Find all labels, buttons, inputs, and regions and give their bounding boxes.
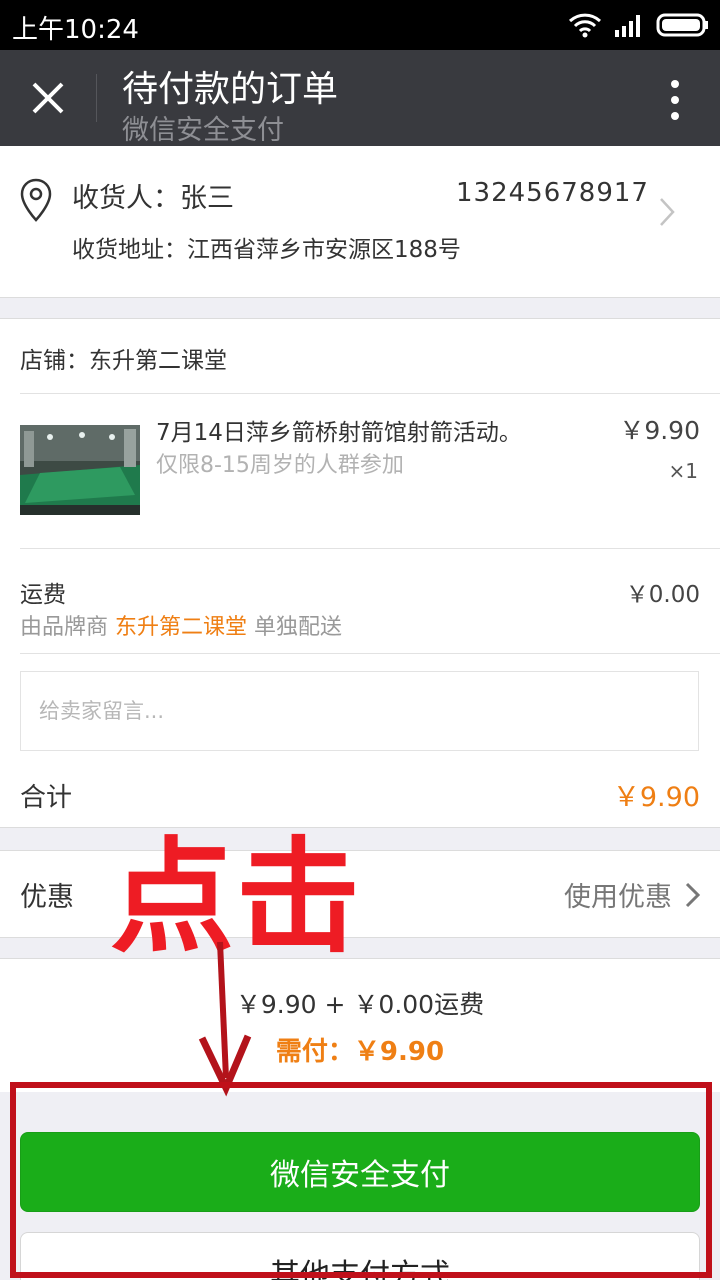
- divider: [20, 653, 720, 654]
- battery-icon: [656, 13, 708, 37]
- title-divider: [96, 74, 97, 122]
- more-dot-icon: [671, 80, 679, 88]
- shipping-label: 运费: [20, 582, 66, 608]
- status-bar: 上午10:24: [0, 0, 720, 50]
- chevron-right-icon: [660, 198, 675, 226]
- other-payment-button[interactable]: 其他支付方式: [20, 1232, 700, 1280]
- status-time: 上午10:24: [12, 15, 139, 45]
- amount-due: 需付：￥9.90: [275, 1037, 445, 1067]
- payment-summary: ￥9.90 + ￥0.00运费 需付：￥9.90: [0, 958, 720, 1092]
- use-discount-link[interactable]: 使用优惠: [564, 875, 672, 914]
- close-icon: [32, 82, 64, 114]
- status-icons: [568, 10, 710, 40]
- receiver-phone: 13245678917: [456, 178, 649, 208]
- page-title: 待付款的订单: [122, 69, 339, 110]
- seller-message-input[interactable]: [20, 671, 699, 751]
- address-card[interactable]: 收货人：张三 13245678917 收货地址：江西省萍乡市安源区188号: [0, 146, 720, 298]
- shipping-brand: 东升第二课堂: [115, 615, 248, 640]
- product-price: ￥9.90: [619, 416, 700, 445]
- chevron-right-icon: [685, 882, 701, 908]
- divider: [20, 393, 720, 394]
- shipping-description: 由品牌商 东升第二课堂 单独配送: [20, 609, 342, 641]
- product-image: [20, 425, 140, 515]
- receiver-name: 收货人：张三: [72, 183, 234, 214]
- wechat-pay-button[interactable]: 微信安全支付: [20, 1132, 700, 1212]
- product-thumbnail[interactable]: [20, 425, 140, 515]
- annotation-arrow-icon: [198, 941, 252, 1097]
- receiver-address: 收货地址：江西省萍乡市安源区188号: [72, 237, 461, 263]
- summary-line: ￥9.90 + ￥0.00运费: [235, 990, 485, 1019]
- more-menu-button[interactable]: [660, 76, 690, 124]
- product-description: 仅限8-15周岁的人群参加: [156, 453, 404, 478]
- discount-label: 优惠: [20, 882, 74, 913]
- divider: [20, 548, 720, 549]
- more-dot-icon: [671, 96, 679, 104]
- page-subtitle: 微信安全支付: [122, 115, 284, 146]
- title-bar: 待付款的订单 微信安全支付: [0, 50, 720, 146]
- signal-icon: [615, 15, 640, 37]
- close-button[interactable]: [18, 70, 78, 126]
- shipping-desc-suffix: 单独配送: [254, 615, 343, 640]
- more-dot-icon: [671, 112, 679, 120]
- total-value: ￥9.90: [612, 782, 700, 813]
- pay-area: 微信安全支付 其他支付方式: [0, 1092, 720, 1280]
- location-pin-icon: [20, 178, 52, 222]
- shipping-desc-prefix: 由品牌商: [20, 615, 109, 640]
- product-quantity: ×1: [668, 459, 698, 483]
- shop-name: 店铺：东升第二课堂: [20, 348, 227, 374]
- shipping-fee: ￥0.00: [625, 582, 700, 608]
- product-title: 7月14日萍乡箭桥射箭馆射箭活动。: [156, 420, 522, 446]
- wifi-icon: [568, 13, 602, 38]
- order-card: 店铺：东升第二课堂 7月14日萍乡箭桥射箭馆射箭活动。 仅限8-15周岁的人群参…: [0, 318, 720, 828]
- total-label: 合计: [20, 783, 73, 813]
